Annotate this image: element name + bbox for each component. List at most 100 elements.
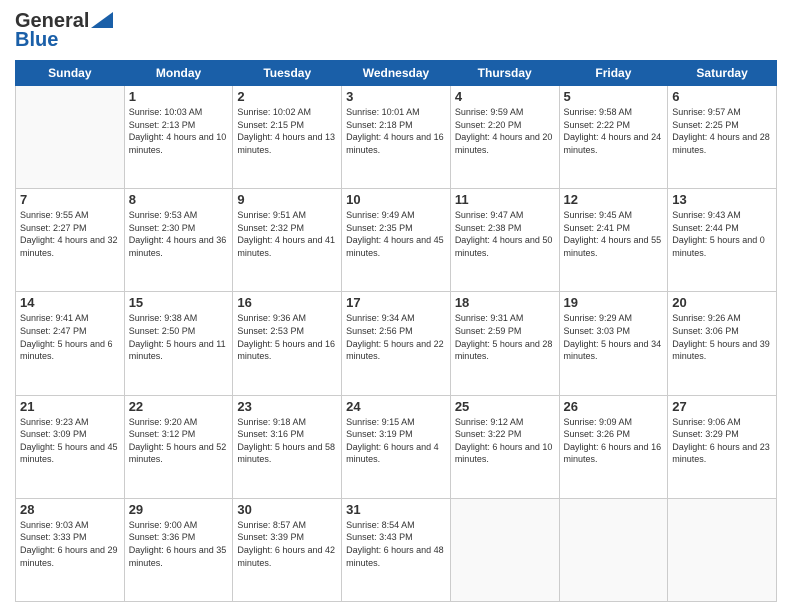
calendar-cell: 6 Sunrise: 9:57 AMSunset: 2:25 PMDaylight…: [668, 86, 777, 189]
calendar-cell: 21 Sunrise: 9:23 AMSunset: 3:09 PMDayligh…: [16, 395, 125, 498]
weekday-monday: Monday: [124, 61, 233, 86]
calendar-cell: 22 Sunrise: 9:20 AMSunset: 3:12 PMDayligh…: [124, 395, 233, 498]
day-info: Sunrise: 9:45 AMSunset: 2:41 PMDaylight:…: [564, 209, 664, 259]
weekday-tuesday: Tuesday: [233, 61, 342, 86]
day-number: 28: [20, 502, 120, 517]
week-row-1: 1 Sunrise: 10:03 AMSunset: 2:13 PMDayligh…: [16, 86, 777, 189]
calendar-cell: [450, 498, 559, 601]
calendar-cell: 20 Sunrise: 9:26 AMSunset: 3:06 PMDayligh…: [668, 292, 777, 395]
weekday-friday: Friday: [559, 61, 668, 86]
weekday-sunday: Sunday: [16, 61, 125, 86]
calendar-cell: 19Sunrise: 9:29 AMSunset: 3:03 PMDayligh…: [559, 292, 668, 395]
day-number: 15: [129, 295, 229, 310]
logo-icon: [91, 12, 113, 28]
day-number: 13: [672, 192, 772, 207]
day-info: Sunrise: 9:38 AMSunset: 2:50 PMDaylight:…: [129, 312, 229, 362]
day-number: 7: [20, 192, 120, 207]
day-number: 30: [237, 502, 337, 517]
calendar-cell: 23 Sunrise: 9:18 AMSunset: 3:16 PMDayligh…: [233, 395, 342, 498]
day-info: Sunrise: 9:58 AMSunset: 2:22 PMDaylight:…: [564, 106, 664, 156]
day-info: Sunrise: 9:59 AMSunset: 2:20 PMDaylight:…: [455, 106, 555, 156]
weekday-thursday: Thursday: [450, 61, 559, 86]
calendar-cell: 13 Sunrise: 9:43 AMSunset: 2:44 PMDayligh…: [668, 189, 777, 292]
day-number: 8: [129, 192, 229, 207]
day-number: 12: [564, 192, 664, 207]
calendar-cell: 1 Sunrise: 10:03 AMSunset: 2:13 PMDayligh…: [124, 86, 233, 189]
day-number: 29: [129, 502, 229, 517]
calendar-cell: 24 Sunrise: 9:15 AMSunset: 3:19 PMDayligh…: [342, 395, 451, 498]
day-info: Sunrise: 9:26 AMSunset: 3:06 PMDaylight:…: [672, 312, 772, 362]
day-info: Sunrise: 9:06 AMSunset: 3:29 PMDaylight:…: [672, 416, 772, 466]
calendar-cell: 31Sunrise: 8:54 AMSunset: 3:43 PMDayligh…: [342, 498, 451, 601]
calendar-cell: 3 Sunrise: 10:01 AMSunset: 2:18 PMDayligh…: [342, 86, 451, 189]
day-info: Sunrise: 9:57 AMSunset: 2:25 PMDaylight:…: [672, 106, 772, 156]
day-number: 23: [237, 399, 337, 414]
calendar-cell: 15 Sunrise: 9:38 AMSunset: 2:50 PMDayligh…: [124, 292, 233, 395]
calendar-body: 1 Sunrise: 10:03 AMSunset: 2:13 PMDayligh…: [16, 86, 777, 602]
week-row-2: 7 Sunrise: 9:55 AMSunset: 2:27 PMDaylight…: [16, 189, 777, 292]
day-number: 20: [672, 295, 772, 310]
day-info: Sunrise: 8:57 AMSunset: 3:39 PMDaylight:…: [237, 519, 337, 569]
calendar-cell: 29 Sunrise: 9:00 AMSunset: 3:36 PMDayligh…: [124, 498, 233, 601]
day-info: Sunrise: 9:36 AMSunset: 2:53 PMDaylight:…: [237, 312, 337, 362]
day-info: Sunrise: 9:51 AMSunset: 2:32 PMDaylight:…: [237, 209, 337, 259]
day-info: Sunrise: 9:12 AMSunset: 3:22 PMDaylight:…: [455, 416, 555, 466]
day-number: 17: [346, 295, 446, 310]
day-number: 2: [237, 89, 337, 104]
day-number: 22: [129, 399, 229, 414]
day-number: 6: [672, 89, 772, 104]
day-number: 27: [672, 399, 772, 414]
day-info: Sunrise: 9:15 AMSunset: 3:19 PMDaylight:…: [346, 416, 446, 466]
day-info: Sunrise: 9:00 AMSunset: 3:36 PMDaylight:…: [129, 519, 229, 569]
calendar-cell: 18Sunrise: 9:31 AMSunset: 2:59 PMDayligh…: [450, 292, 559, 395]
day-info: Sunrise: 9:29 AMSunset: 3:03 PMDaylight:…: [564, 312, 664, 362]
logo-blue: Blue: [15, 29, 58, 52]
day-info: Sunrise: 9:53 AMSunset: 2:30 PMDaylight:…: [129, 209, 229, 259]
calendar-cell: 30 Sunrise: 8:57 AMSunset: 3:39 PMDayligh…: [233, 498, 342, 601]
day-number: 3: [346, 89, 446, 104]
day-info: Sunrise: 9:23 AMSunset: 3:09 PMDaylight:…: [20, 416, 120, 466]
day-info: Sunrise: 9:18 AMSunset: 3:16 PMDaylight:…: [237, 416, 337, 466]
calendar-cell: 26Sunrise: 9:09 AMSunset: 3:26 PMDayligh…: [559, 395, 668, 498]
calendar-cell: 5Sunrise: 9:58 AMSunset: 2:22 PMDaylight…: [559, 86, 668, 189]
calendar-cell: 4 Sunrise: 9:59 AMSunset: 2:20 PMDaylight…: [450, 86, 559, 189]
calendar-cell: 28Sunrise: 9:03 AMSunset: 3:33 PMDayligh…: [16, 498, 125, 601]
weekday-header-row: SundayMondayTuesdayWednesdayThursdayFrid…: [16, 61, 777, 86]
week-row-4: 21 Sunrise: 9:23 AMSunset: 3:09 PMDayligh…: [16, 395, 777, 498]
calendar-cell: 16 Sunrise: 9:36 AMSunset: 2:53 PMDayligh…: [233, 292, 342, 395]
logo: General Blue: [15, 10, 113, 52]
day-number: 14: [20, 295, 120, 310]
day-number: 26: [564, 399, 664, 414]
day-info: Sunrise: 9:43 AMSunset: 2:44 PMDaylight:…: [672, 209, 772, 259]
calendar-cell: 27 Sunrise: 9:06 AMSunset: 3:29 PMDayligh…: [668, 395, 777, 498]
day-info: Sunrise: 9:41 AMSunset: 2:47 PMDaylight:…: [20, 312, 120, 362]
day-info: Sunrise: 9:20 AMSunset: 3:12 PMDaylight:…: [129, 416, 229, 466]
day-info: Sunrise: 10:02 AMSunset: 2:15 PMDaylight…: [237, 106, 337, 156]
weekday-saturday: Saturday: [668, 61, 777, 86]
day-info: Sunrise: 10:01 AMSunset: 2:18 PMDaylight…: [346, 106, 446, 156]
day-number: 21: [20, 399, 120, 414]
day-info: Sunrise: 9:55 AMSunset: 2:27 PMDaylight:…: [20, 209, 120, 259]
calendar-cell: 9 Sunrise: 9:51 AMSunset: 2:32 PMDaylight…: [233, 189, 342, 292]
calendar-cell: 25 Sunrise: 9:12 AMSunset: 3:22 PMDayligh…: [450, 395, 559, 498]
day-number: 9: [237, 192, 337, 207]
calendar-cell: [668, 498, 777, 601]
day-number: 25: [455, 399, 555, 414]
calendar-cell: 14 Sunrise: 9:41 AMSunset: 2:47 PMDayligh…: [16, 292, 125, 395]
calendar-cell: [559, 498, 668, 601]
calendar-cell: 7 Sunrise: 9:55 AMSunset: 2:27 PMDaylight…: [16, 189, 125, 292]
calendar-cell: [16, 86, 125, 189]
calendar-cell: 10Sunrise: 9:49 AMSunset: 2:35 PMDayligh…: [342, 189, 451, 292]
day-number: 18: [455, 295, 555, 310]
day-number: 4: [455, 89, 555, 104]
day-number: 1: [129, 89, 229, 104]
day-info: Sunrise: 10:03 AMSunset: 2:13 PMDaylight…: [129, 106, 229, 156]
calendar-cell: 11Sunrise: 9:47 AMSunset: 2:38 PMDayligh…: [450, 189, 559, 292]
day-number: 24: [346, 399, 446, 414]
weekday-wednesday: Wednesday: [342, 61, 451, 86]
week-row-5: 28Sunrise: 9:03 AMSunset: 3:33 PMDayligh…: [16, 498, 777, 601]
day-number: 16: [237, 295, 337, 310]
day-number: 11: [455, 192, 555, 207]
day-number: 10: [346, 192, 446, 207]
day-info: Sunrise: 9:34 AMSunset: 2:56 PMDaylight:…: [346, 312, 446, 362]
